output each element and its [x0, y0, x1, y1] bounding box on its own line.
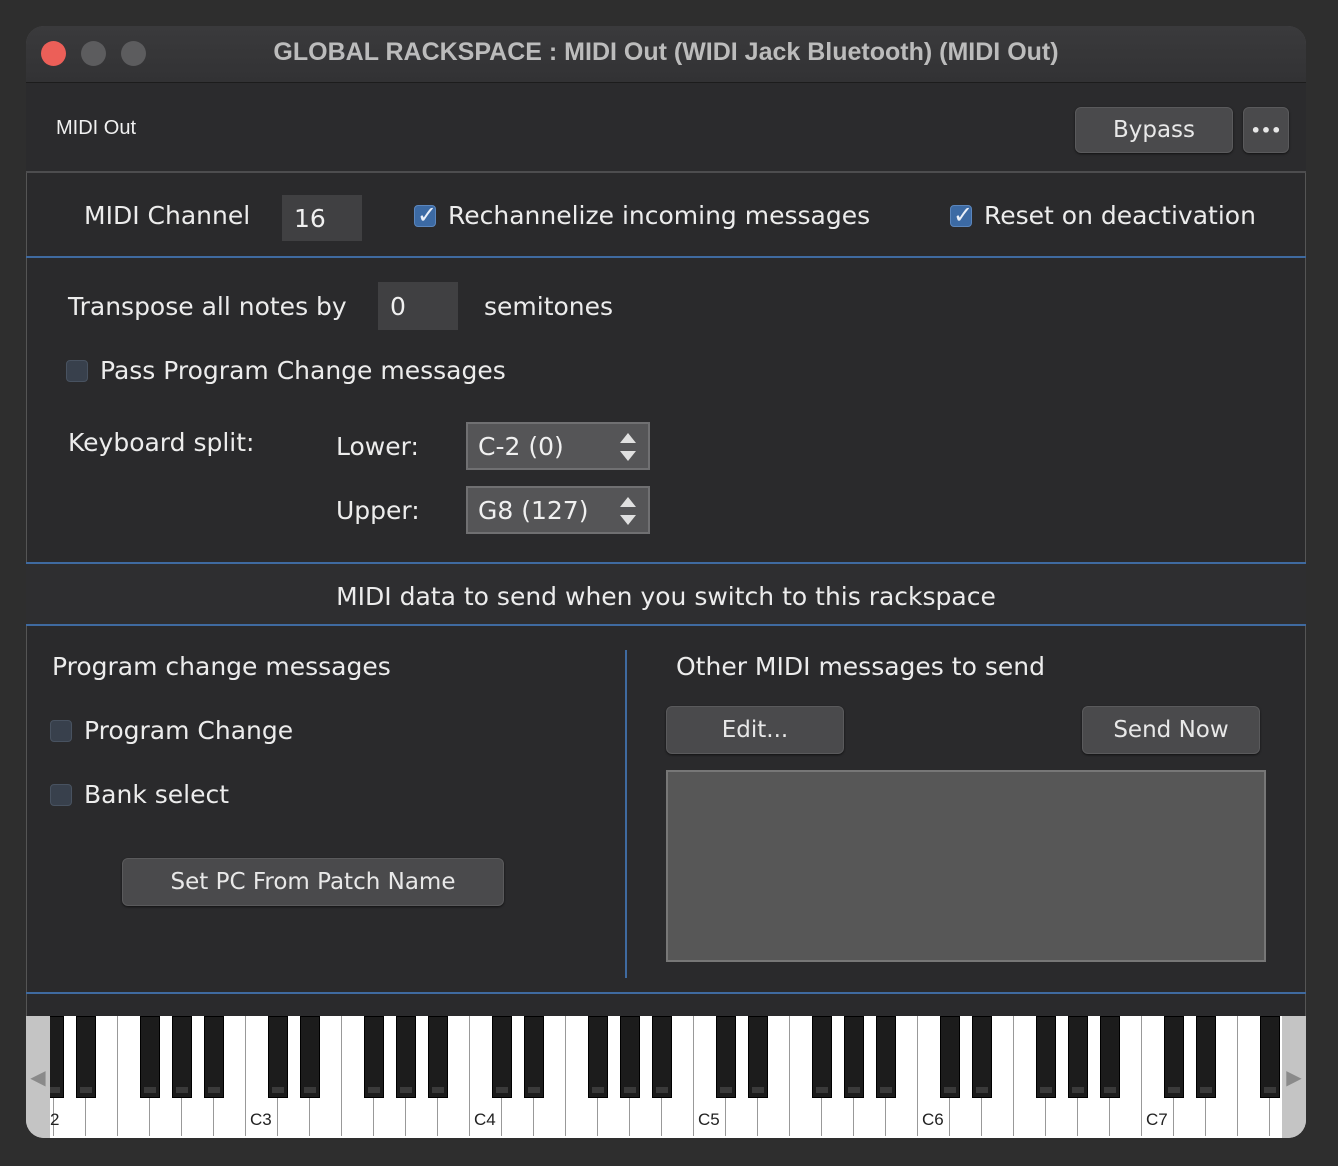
plugin-window: GLOBAL RACKSPACE : MIDI Out (WIDI Jack B… — [26, 26, 1306, 1138]
bank-select-label: Bank select — [84, 780, 230, 809]
black-key[interactable] — [204, 1016, 224, 1098]
midi-channel-field[interactable]: 16 — [282, 195, 362, 241]
black-key[interactable] — [1196, 1016, 1216, 1098]
black-key[interactable] — [428, 1016, 448, 1098]
black-key[interactable] — [50, 1016, 64, 1098]
edit-button[interactable]: Edit... — [666, 706, 844, 754]
black-key[interactable] — [748, 1016, 768, 1098]
transpose-unit-label: semitones — [484, 292, 614, 321]
channel-row: MIDI Channel 16 Rechannelize incoming me… — [26, 173, 1306, 257]
scroll-left-arrow-icon[interactable]: ◀ — [26, 1016, 50, 1138]
black-key[interactable] — [76, 1016, 96, 1098]
octave-label: C7 — [1146, 1110, 1168, 1129]
set-pc-from-patch-name-button[interactable]: Set PC From Patch Name — [122, 858, 504, 906]
black-key[interactable] — [524, 1016, 544, 1098]
stepper-arrows-icon — [620, 433, 636, 461]
transpose-field[interactable]: 0 — [378, 282, 458, 330]
black-key[interactable] — [940, 1016, 960, 1098]
reset-on-deactivation-checkbox[interactable] — [950, 201, 973, 229]
bypass-button[interactable]: Bypass — [1075, 107, 1233, 153]
send-now-button[interactable]: Send Now — [1082, 706, 1260, 754]
scroll-right-arrow-icon[interactable]: ▶ — [1282, 1016, 1306, 1138]
black-key[interactable] — [140, 1016, 160, 1098]
black-key[interactable] — [1100, 1016, 1120, 1098]
black-key[interactable] — [1260, 1016, 1280, 1098]
black-key[interactable] — [396, 1016, 416, 1098]
piano-keyboard: ◀ 2 C3 C4 C5 C6 C7 ▶ — [26, 1016, 1306, 1138]
keyboard-divider — [26, 992, 1306, 1016]
midi-channel-label: MIDI Channel — [84, 201, 251, 230]
program-change-title: Program change messages — [52, 652, 391, 681]
black-key[interactable] — [812, 1016, 832, 1098]
upper-split-value: G8 (127) — [478, 495, 589, 525]
black-key[interactable] — [1036, 1016, 1056, 1098]
pass-program-change-label: Pass Program Change messages — [100, 356, 506, 385]
rechannelize-checkbox[interactable] — [414, 201, 437, 229]
octave-label: C5 — [698, 1110, 720, 1129]
other-midi-title: Other MIDI messages to send — [676, 652, 1045, 681]
lower-split-value: C-2 (0) — [478, 431, 564, 461]
upper-label: Upper: — [336, 496, 420, 525]
black-key[interactable] — [652, 1016, 672, 1098]
piano-keys[interactable]: 2 C3 C4 C5 C6 C7 — [50, 1016, 1282, 1138]
octave-label: C3 — [250, 1110, 272, 1129]
octave-label: C4 — [474, 1110, 496, 1129]
keyboard-split-label: Keyboard split: — [68, 428, 255, 457]
black-key[interactable] — [972, 1016, 992, 1098]
pass-program-change-checkbox[interactable] — [66, 360, 88, 382]
black-key[interactable] — [172, 1016, 192, 1098]
transform-section: Transpose all notes by 0 semitones Pass … — [26, 256, 1306, 562]
plugin-name: MIDI Out — [56, 117, 137, 139]
black-key[interactable] — [844, 1016, 864, 1098]
program-change-checkbox[interactable] — [50, 720, 72, 742]
stepper-arrows-icon — [620, 497, 636, 525]
lower-label: Lower: — [336, 432, 419, 461]
lower-split-select[interactable]: C-2 (0) — [466, 422, 650, 470]
black-key[interactable] — [300, 1016, 320, 1098]
black-key[interactable] — [1164, 1016, 1184, 1098]
transpose-label: Transpose all notes by — [68, 292, 347, 321]
black-key[interactable] — [364, 1016, 384, 1098]
black-key[interactable] — [588, 1016, 608, 1098]
octave-label: C6 — [922, 1110, 944, 1129]
upper-split-select[interactable]: G8 (127) — [466, 486, 650, 534]
program-change-label: Program Change — [84, 716, 294, 745]
title-bar: GLOBAL RACKSPACE : MIDI Out (WIDI Jack B… — [26, 26, 1306, 83]
bank-select-checkbox[interactable] — [50, 784, 72, 806]
rechannelize-label: Rechannelize incoming messages — [448, 201, 871, 230]
switch-section-header: MIDI data to send when you switch to thi… — [26, 562, 1306, 624]
octave-label: 2 — [50, 1110, 60, 1129]
window-title: GLOBAL RACKSPACE : MIDI Out (WIDI Jack B… — [273, 38, 1059, 66]
section-divider — [625, 650, 627, 978]
plugin-header: MIDI Out Bypass ••• — [26, 83, 1306, 173]
more-options-button[interactable]: ••• — [1243, 107, 1289, 153]
black-key[interactable] — [876, 1016, 896, 1098]
black-key[interactable] — [620, 1016, 640, 1098]
black-key[interactable] — [268, 1016, 288, 1098]
black-key[interactable] — [1068, 1016, 1088, 1098]
reset-on-deactivation-label: Reset on deactivation — [984, 201, 1256, 230]
midi-messages-list[interactable] — [666, 770, 1266, 962]
black-key[interactable] — [492, 1016, 512, 1098]
black-key[interactable] — [716, 1016, 736, 1098]
switch-section-title: MIDI data to send when you switch to thi… — [336, 582, 996, 611]
